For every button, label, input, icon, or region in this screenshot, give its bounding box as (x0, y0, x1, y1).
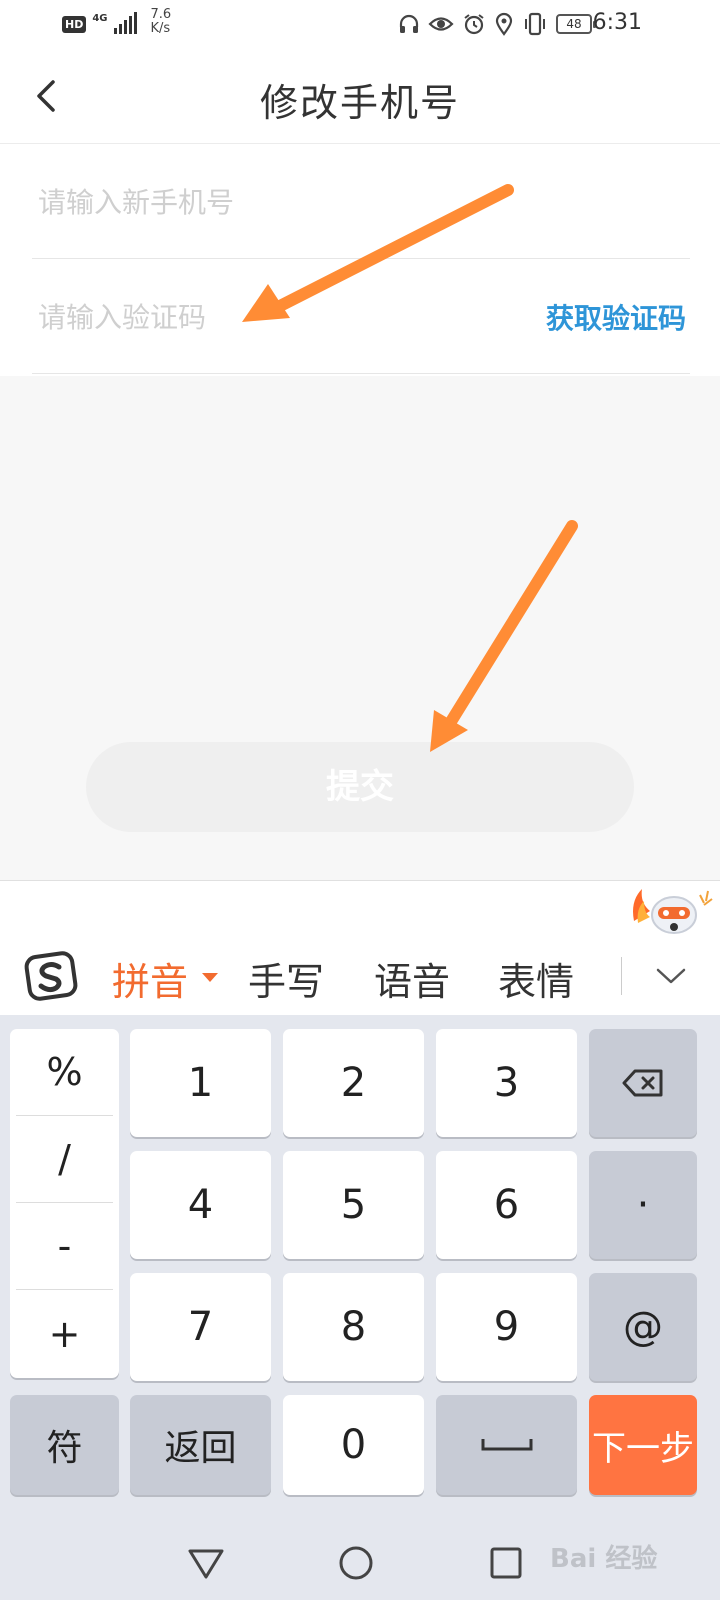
change-phone-form: 获取验证码 (0, 144, 720, 376)
key-symbols[interactable]: 符 (10, 1395, 119, 1495)
app-header: 修改手机号 (0, 50, 720, 144)
location-icon (494, 12, 514, 36)
keyboard-toolbar: 拼音 手写 语音 表情 (0, 880, 720, 1015)
key-return[interactable]: 返回 (130, 1395, 271, 1495)
submit-button[interactable]: 提交 (86, 742, 634, 832)
hd-badge: HD (62, 16, 87, 33)
key-9[interactable]: 9 (436, 1273, 577, 1381)
status-right: 48 (398, 12, 596, 36)
signal-icon (113, 12, 137, 34)
key-3[interactable]: 3 (436, 1029, 577, 1137)
network-speed: 7.6 K/s (151, 8, 172, 36)
key-7[interactable]: 7 (130, 1273, 271, 1381)
key-2[interactable]: 2 (283, 1029, 424, 1137)
key-8[interactable]: 8 (283, 1273, 424, 1381)
status-left: HD 4G 7.6 K/s (62, 8, 171, 36)
watermark: Bai 经验 (550, 1544, 658, 1574)
key-1[interactable]: 1 (130, 1029, 271, 1137)
vibrate-icon (522, 12, 548, 36)
key-5[interactable]: 5 (283, 1151, 424, 1259)
status-time: 6:31 (592, 10, 642, 35)
tab-pinyin[interactable]: 拼音 (112, 951, 188, 1006)
speed-unit: K/s (150, 21, 171, 36)
phone-field-row (32, 144, 690, 259)
numeric-keyboard: % / - + 1 2 3 4 5 6 7 8 9 · @ 符 返回 0 下一步 (0, 1015, 720, 1600)
backspace-key[interactable] (589, 1029, 697, 1137)
key-plus[interactable]: + (16, 1290, 113, 1377)
key-4[interactable]: 4 (130, 1151, 271, 1259)
next-step-key[interactable]: 下一步 (589, 1395, 697, 1495)
mascot-icon (633, 889, 713, 934)
toolbar-divider (621, 957, 622, 995)
tab-handwriting[interactable]: 手写 (248, 951, 324, 1006)
chevron-down-icon[interactable] (654, 963, 688, 989)
key-at[interactable]: @ (589, 1273, 697, 1381)
battery-icon: 48 (556, 14, 596, 34)
speed-value: 7.6 (150, 7, 172, 22)
tab-voice[interactable]: 语音 (374, 951, 450, 1006)
nav-recents-icon[interactable] (486, 1543, 526, 1583)
key-slash[interactable]: / (16, 1116, 113, 1203)
new-phone-input[interactable] (38, 178, 498, 226)
key-percent[interactable]: % (16, 1029, 113, 1116)
nav-home-icon[interactable] (336, 1543, 376, 1583)
eye-icon (428, 13, 454, 35)
key-dot[interactable]: · (589, 1151, 697, 1259)
code-field-row: 获取验证码 (32, 259, 690, 374)
space-key[interactable] (436, 1395, 577, 1495)
space-icon (481, 1439, 532, 1451)
headphones-icon (398, 13, 420, 35)
backspace-icon (622, 1069, 663, 1097)
status-bar: HD 4G 7.6 K/s 48 6:31 (0, 0, 720, 50)
page-title: 修改手机号 (259, 81, 460, 125)
caret-down-icon[interactable] (202, 973, 218, 982)
nav-back-icon[interactable] (186, 1543, 226, 1583)
key-0[interactable]: 0 (283, 1395, 424, 1495)
key-minus[interactable]: - (16, 1203, 113, 1290)
get-code-button[interactable]: 获取验证码 (546, 297, 686, 337)
arrow-to-submit (430, 520, 578, 752)
tab-emoji[interactable]: 表情 (498, 951, 574, 1006)
verification-code-input[interactable] (38, 293, 498, 341)
symbol-column: % / - + (10, 1029, 119, 1378)
sogou-logo-icon[interactable] (24, 949, 78, 1003)
key-6[interactable]: 6 (436, 1151, 577, 1259)
alarm-icon (462, 12, 486, 36)
network-type: 4G (92, 13, 108, 24)
